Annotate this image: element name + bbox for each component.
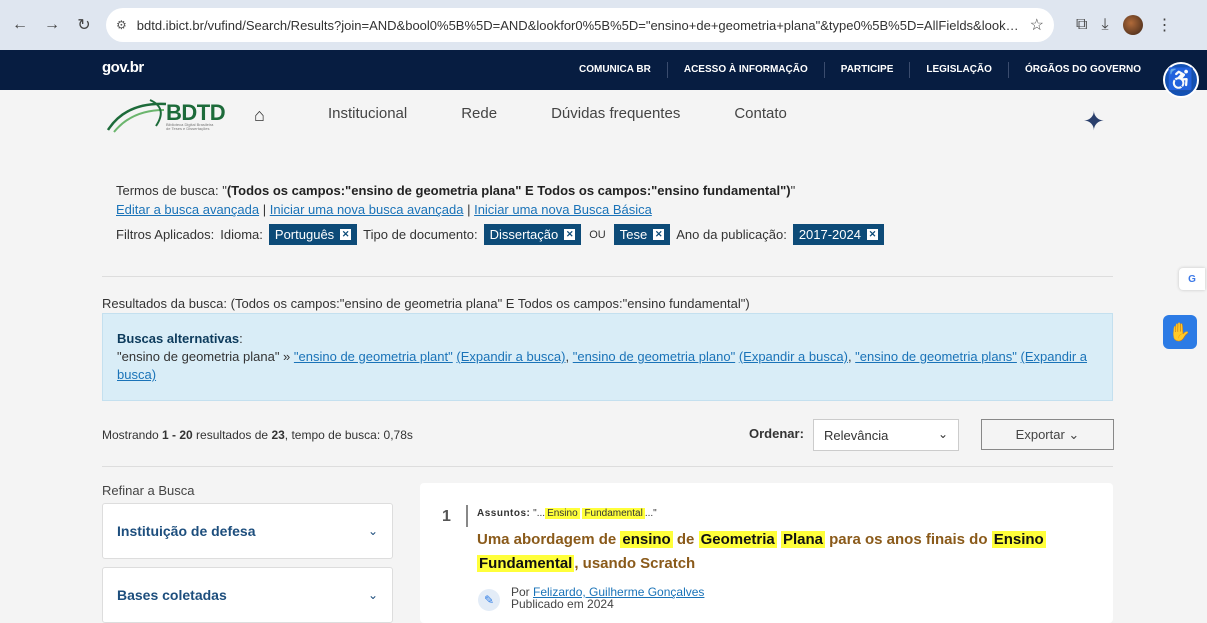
pencil-icon: ✎ (478, 589, 500, 611)
search-terms-query: (Todos os campos:"ensino de geometria pl… (226, 183, 791, 198)
translate-icon[interactable]: G (1179, 268, 1205, 290)
facet-bases[interactable]: Bases coletadas ⌄ (102, 567, 393, 623)
divider (102, 466, 1113, 467)
chevron-down-icon: ⌄ (367, 588, 378, 602)
gov-link-participe[interactable]: PARTICIPE (823, 62, 910, 78)
remove-filter-icon[interactable]: ✕ (866, 229, 878, 240)
menu-institucional[interactable]: Institucional (328, 105, 407, 122)
remove-filter-icon[interactable]: ✕ (653, 229, 665, 240)
gov-link-orgaos[interactable]: ÓRGÃOS DO GOVERNO (1007, 62, 1157, 78)
download-icon[interactable]: ⤓ (1101, 16, 1108, 34)
bookmark-star-icon[interactable]: ☆ (1030, 15, 1044, 35)
ibict-logo-icon[interactable]: ✦ (1083, 106, 1105, 137)
extensions-icon[interactable]: ⧉ (1076, 16, 1087, 34)
filter-tag-tese[interactable]: Tese ✕ (613, 224, 671, 245)
chevron-down-icon: ⌄ (367, 524, 378, 538)
new-advanced-search-link[interactable]: Iniciar uma nova busca avançada (270, 202, 464, 217)
site-info-icon[interactable]: ⚙ (116, 18, 127, 32)
sign-language-icon[interactable]: ✋ (1163, 315, 1197, 349)
remove-filter-icon[interactable]: ✕ (340, 229, 352, 240)
remove-filter-icon[interactable]: ✕ (564, 229, 576, 240)
address-bar[interactable]: ⚙ bdtd.ibict.br/vufind/Search/Results?jo… (106, 8, 1054, 42)
expand-search-2-link[interactable]: (Expandir a busca) (739, 349, 848, 364)
results-summary: Resultados da busca: (Todos os campos:"e… (102, 296, 750, 311)
url-text[interactable]: bdtd.ibict.br/vufind/Search/Results?join… (137, 18, 1020, 33)
applied-filters: Filtros Aplicados: Idioma: Português ✕ Ti… (116, 224, 884, 245)
gov-bar: gov.br COMUNICA BR ACESSO À INFORMAÇÃO P… (0, 50, 1207, 90)
accessibility-icon[interactable]: ♿ (1163, 62, 1199, 98)
result-bar (466, 505, 468, 527)
chevron-down-icon: ⌄ (937, 427, 948, 441)
back-icon[interactable]: ← (8, 16, 32, 34)
gov-link-comunica[interactable]: COMUNICA BR (563, 62, 667, 78)
home-icon[interactable]: ⌂ (254, 105, 265, 126)
divider (102, 276, 1113, 277)
filter-tag-ano[interactable]: 2017-2024 ✕ (792, 224, 884, 245)
filter-tag-dissertacao[interactable]: Dissertação ✕ (483, 224, 582, 245)
alternatives-title: Buscas alternativas (117, 331, 240, 346)
results-count: Mostrando 1 - 20 resultados de 23, tempo… (102, 428, 413, 442)
browser-toolbar: ← → ↻ ⚙ bdtd.ibict.br/vufind/Search/Resu… (0, 0, 1207, 50)
facet-instituicao[interactable]: Instituição de defesa ⌄ (102, 503, 393, 559)
export-button[interactable]: Exportar ⌄ (981, 419, 1114, 450)
new-basic-search-link[interactable]: Iniciar uma nova Busca Básica (474, 202, 652, 217)
site-header: BDTD Biblioteca Digital Brasileira de Te… (0, 90, 1207, 140)
result-published: Publicado em 2024 (511, 597, 614, 611)
sort-select[interactable]: Relevância ⌄ (813, 419, 959, 451)
menu-rede[interactable]: Rede (461, 105, 497, 122)
profile-avatar[interactable] (1122, 15, 1143, 35)
edit-advanced-search-link[interactable]: Editar a busca avançada (116, 202, 259, 217)
bdtd-logo-subtitle: Biblioteca Digital Brasileira de Teses e… (166, 122, 214, 131)
alt-search-2-link[interactable]: "ensino de geometria plano" (573, 349, 735, 364)
refine-label: Refinar a Busca (102, 483, 195, 498)
browser-menu-icon[interactable]: ⋮ (1157, 15, 1173, 35)
reload-icon[interactable]: ↻ (72, 15, 96, 35)
gov-link-acesso[interactable]: ACESSO À INFORMAÇÃO (666, 62, 824, 78)
filter-tag-idioma[interactable]: Português ✕ (268, 224, 358, 245)
sort-label: Ordenar: (749, 426, 804, 441)
result-subjects: Assuntos: "... Ensino Fundamental ..." (477, 508, 657, 519)
govbr-logo[interactable]: gov.br (102, 59, 144, 76)
result-number: 1 (442, 508, 451, 525)
alt-search-3-link[interactable]: "ensino de geometria plans" (855, 349, 1017, 364)
expand-search-1-link[interactable]: (Expandir a busca) (456, 349, 565, 364)
gov-link-legislacao[interactable]: LEGISLAÇÃO (909, 62, 1008, 78)
alternative-searches: Buscas alternativas: "ensino de geometri… (102, 313, 1113, 401)
result-title-link[interactable]: Uma abordagem de ensino de Geometria Pla… (477, 528, 1057, 576)
alt-search-1-link[interactable]: "ensino de geometria plant" (294, 349, 453, 364)
menu-duvidas[interactable]: Dúvidas frequentes (551, 105, 680, 122)
search-terms: Termos de busca: "(Todos os campos:"ensi… (116, 183, 796, 217)
menu-contato[interactable]: Contato (734, 105, 787, 122)
forward-icon[interactable]: → (40, 16, 64, 34)
